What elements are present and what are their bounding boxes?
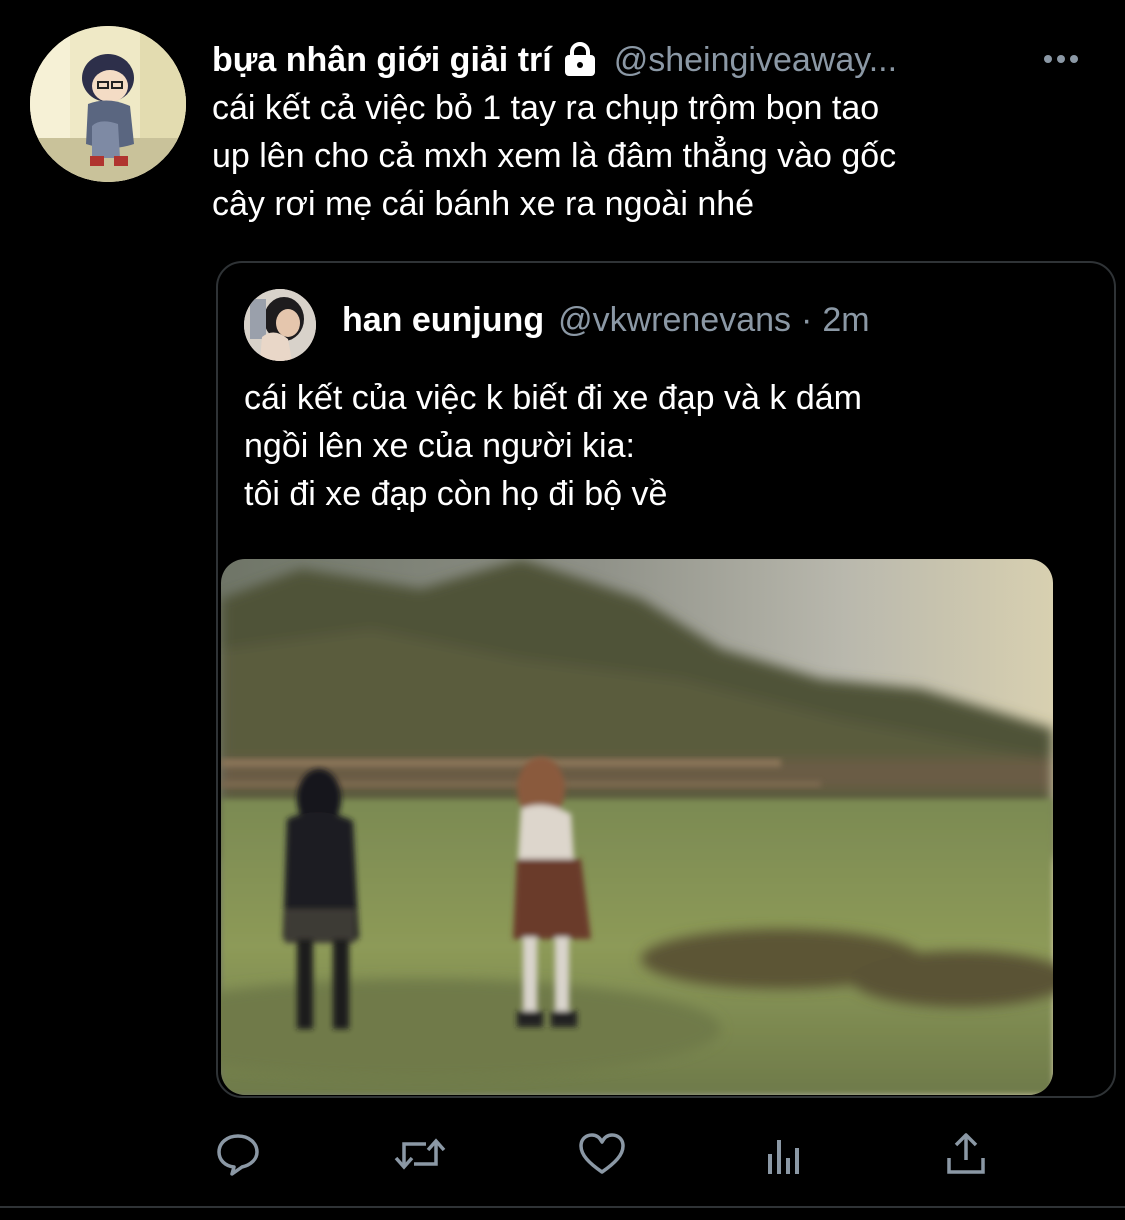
more-dots-icon[interactable]: [1041, 44, 1081, 74]
analytics-icon: [768, 1140, 799, 1174]
heart-icon: [579, 1133, 625, 1174]
like-button[interactable]: [576, 1128, 628, 1180]
tweet[interactable]: bựa nhân giới giải trí @sheingiveaway...…: [0, 0, 1125, 1220]
author-handle[interactable]: @sheingiveaway...: [614, 41, 897, 80]
quoted-tweet-image[interactable]: [221, 559, 1053, 1095]
quoted-time-separator: ·: [801, 301, 813, 339]
person-avatar-icon: [244, 289, 316, 361]
quoted-author-display-name[interactable]: han eunjung: [342, 301, 544, 340]
blurry-photo-icon: [221, 559, 1053, 1095]
share-icon: [947, 1133, 985, 1174]
retweet-icon: [394, 1138, 446, 1170]
tweet-actions: [0, 1120, 1125, 1190]
tweet-header: bựa nhân giới giải trí @sheingiveaway...: [212, 36, 1095, 84]
quoted-author-handle[interactable]: @vkwrenevans: [558, 301, 791, 340]
author-display-name[interactable]: bựa nhân giới giải trí: [212, 41, 552, 80]
analytics-button[interactable]: [758, 1128, 810, 1180]
share-button[interactable]: [940, 1128, 992, 1180]
tweet-divider: [0, 1206, 1125, 1208]
comment-icon: [217, 1134, 259, 1176]
quoted-tweet[interactable]: han eunjung @vkwrenevans · 2m cái kết củ…: [216, 261, 1116, 1098]
quoted-tweet-time[interactable]: 2m: [822, 301, 869, 340]
quoted-author-avatar[interactable]: [244, 289, 316, 361]
reply-button[interactable]: [212, 1128, 264, 1180]
author-avatar[interactable]: [30, 26, 186, 182]
quoted-tweet-text: cái kết của việc k biết đi xe đạp và k d…: [244, 379, 862, 513]
retweet-button[interactable]: [394, 1128, 446, 1180]
tweet-text: cái kết cả việc bỏ 1 tay ra chụp trộm bọ…: [212, 89, 897, 223]
lock-icon: [562, 42, 598, 78]
quoted-tweet-header: han eunjung @vkwrenevans · 2m: [342, 301, 870, 340]
anime-character-avatar-icon: [30, 26, 186, 182]
